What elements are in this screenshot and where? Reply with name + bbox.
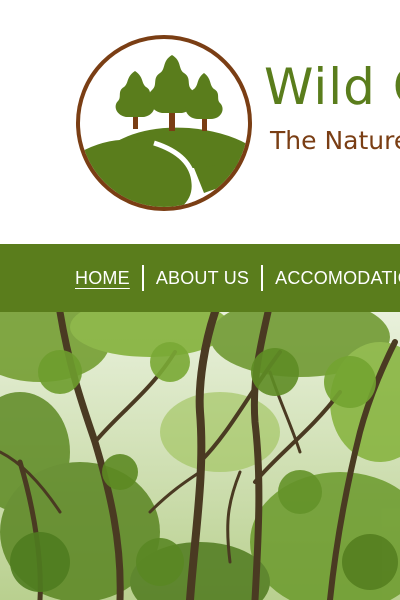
nav-item-about-us[interactable]: ABOUT US <box>156 269 249 287</box>
nav-divider <box>261 265 264 291</box>
brand-tagline: The Nature <box>270 126 400 155</box>
nav-list: HOME ABOUT US ACCOMODATION <box>75 244 400 312</box>
main-navigation: HOME ABOUT US ACCOMODATION <box>0 244 400 312</box>
brand-name: Wild O <box>264 58 400 116</box>
nav-item-home[interactable]: HOME <box>75 269 130 287</box>
nav-divider <box>141 265 144 291</box>
forest-trees-photo <box>0 312 400 600</box>
site-header: Wild O The Nature <box>0 0 400 244</box>
nav-item-accomodation[interactable]: ACCOMODATION <box>275 269 400 287</box>
trees-landscape-logo[interactable] <box>74 33 254 213</box>
page: Wild O The Nature HOME ABOUT US ACCOMODA… <box>0 0 400 600</box>
hero-image <box>0 312 400 600</box>
